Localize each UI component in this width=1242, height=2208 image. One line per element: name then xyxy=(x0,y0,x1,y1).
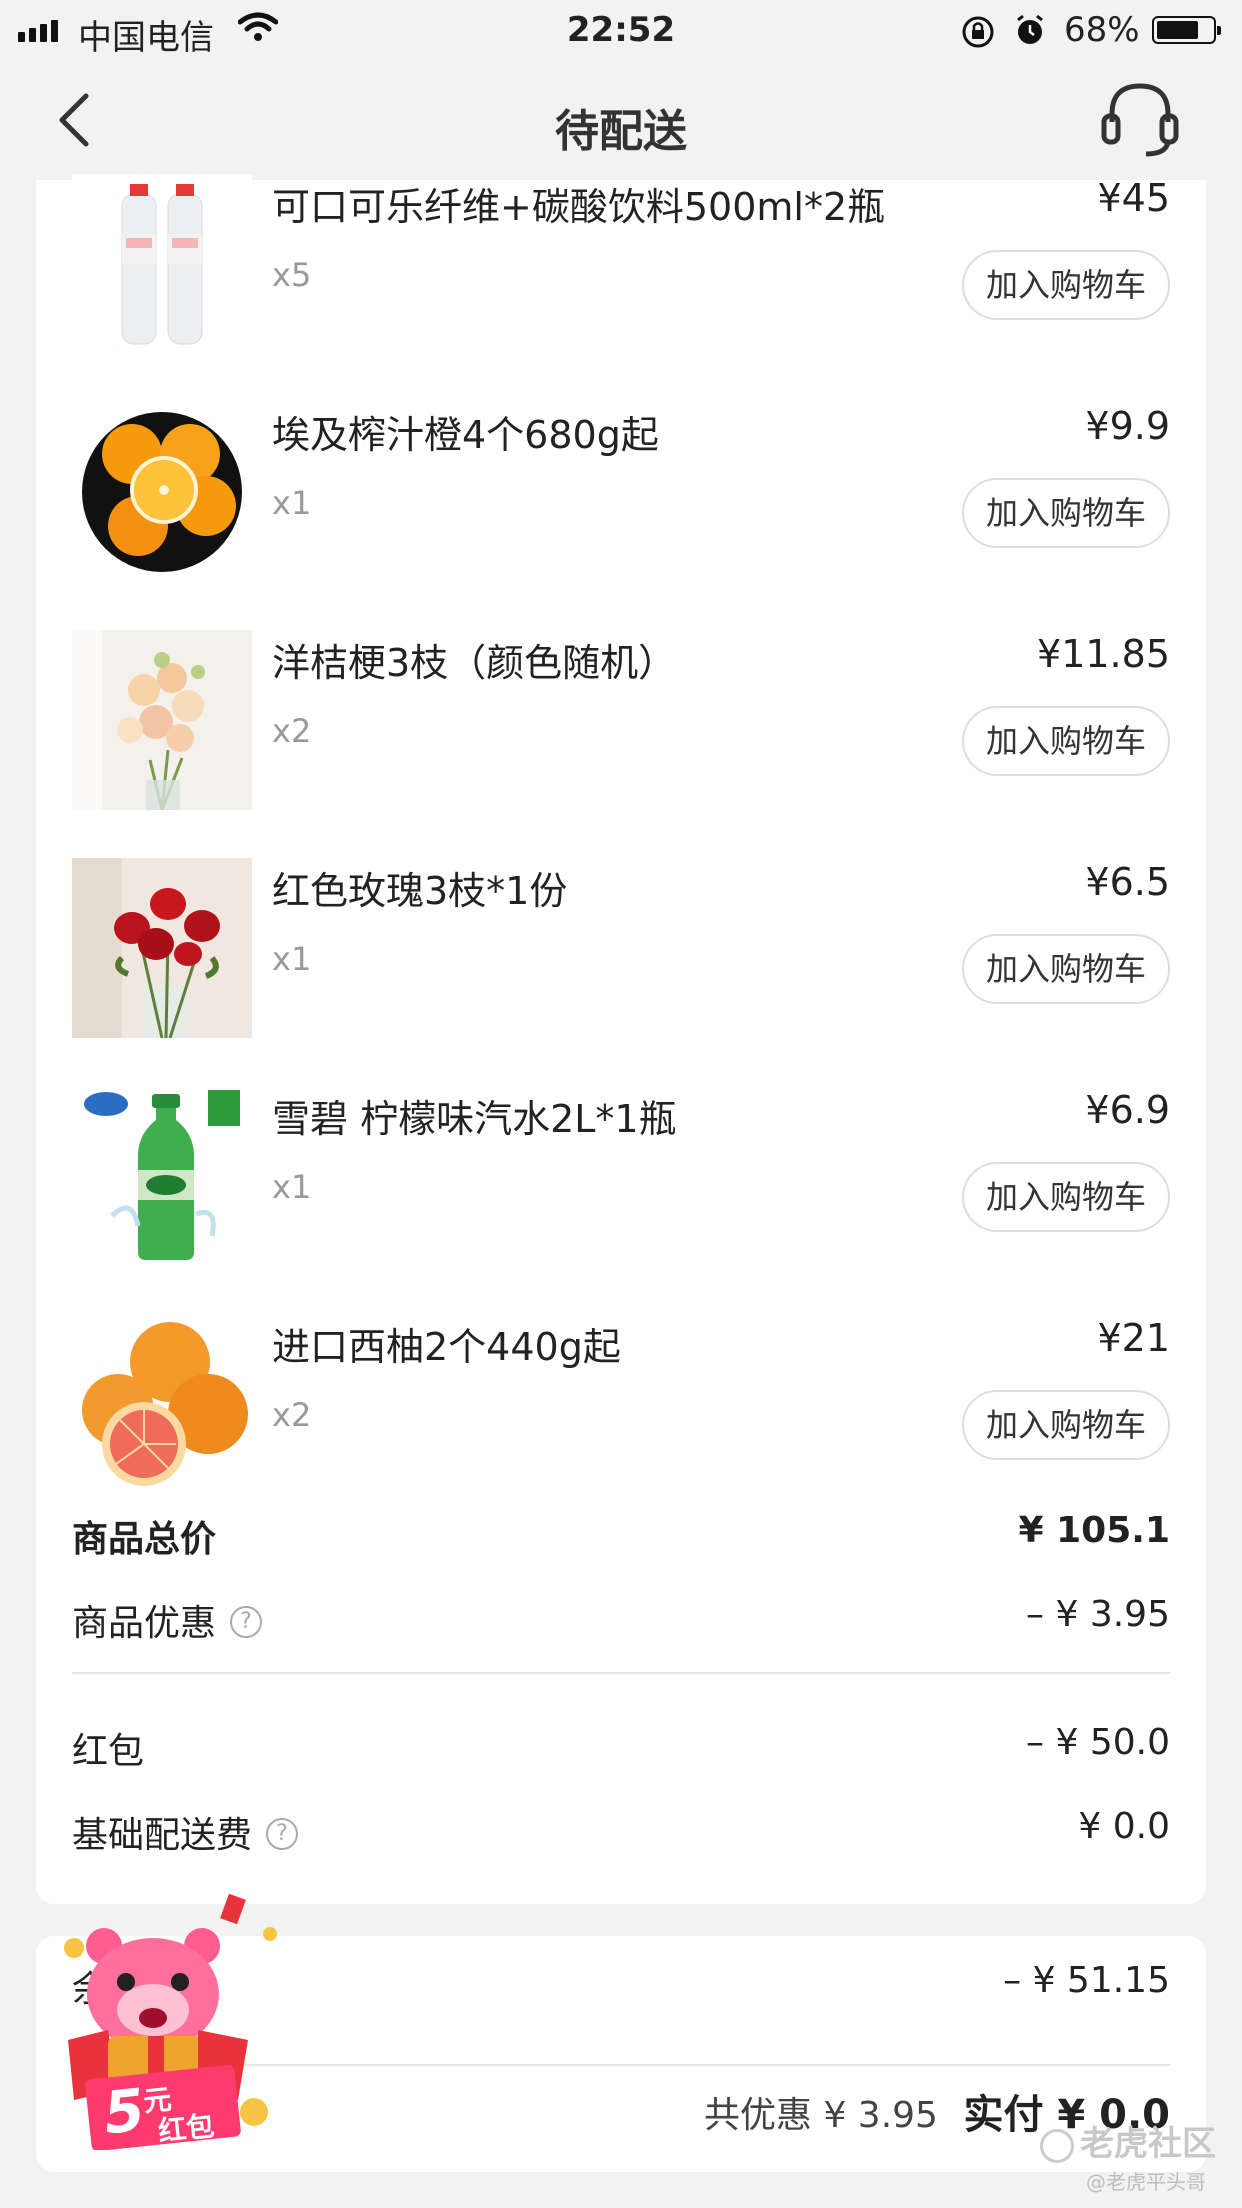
delivery-fee-value: ¥ 0.0 xyxy=(1078,1806,1170,1847)
add-to-cart-button[interactable]: 加入购物车 xyxy=(962,934,1170,1004)
promo-label: 红包 xyxy=(156,2109,216,2148)
delivery-fee-text: 基础配送费 xyxy=(72,1815,253,1856)
product-price: ¥11.85 xyxy=(1037,632,1170,676)
product-quantity: x5 xyxy=(272,256,312,294)
rotation-lock-icon xyxy=(962,16,994,48)
order-item: 可口可乐纤维+碳酸饮料500ml*2瓶 x5 ¥45 加入购物车 xyxy=(36,174,1206,402)
product-quantity: x2 xyxy=(272,1396,312,1434)
alarm-icon xyxy=(1017,14,1043,44)
navigation-bar: 待配送 xyxy=(0,60,1242,180)
product-name: 雪碧 柠檬味汽水2L*1瓶 xyxy=(272,1097,677,1141)
add-to-cart-button[interactable]: 加入购物车 xyxy=(962,1162,1170,1232)
delivery-fee-label: 基础配送费? xyxy=(72,1806,299,1858)
product-image-lisianthus-flowers xyxy=(72,630,252,810)
product-quantity: x1 xyxy=(272,1168,312,1206)
total-price-row: 商品总价 ¥ 105.1 xyxy=(72,1502,1170,1562)
product-image-sprite-bottle xyxy=(72,1086,252,1266)
order-item: 埃及榨汁橙4个680g起 x1 ¥9.9 加入购物车 xyxy=(36,402,1206,630)
product-quantity: x1 xyxy=(272,940,312,978)
status-bar: 中国电信 22:52 68% xyxy=(0,0,1242,60)
product-discount-label: 商品优惠? xyxy=(72,1594,263,1646)
help-icon[interactable]: ? xyxy=(266,1818,299,1850)
product-discount-row: 商品优惠? – ¥ 3.95 xyxy=(72,1586,1170,1646)
product-image-grapefruit xyxy=(72,1314,252,1494)
product-image-oranges xyxy=(72,402,252,582)
product-name: 红色玫瑰3枝*1份 xyxy=(272,869,568,913)
order-items-card: 可口可乐纤维+碳酸饮料500ml*2瓶 x5 ¥45 加入购物车 埃及榨汁橙4个… xyxy=(36,174,1206,1904)
red-packet-value: – ¥ 50.0 xyxy=(1026,1722,1170,1763)
product-quantity: x2 xyxy=(272,712,312,750)
product-price: ¥21 xyxy=(1097,1316,1170,1360)
product-image-coke-bottles xyxy=(72,174,252,354)
total-price-label: 商品总价 xyxy=(72,1519,217,1560)
watermark-user: @老虎平头哥 xyxy=(1086,2170,1206,2194)
product-price: ¥9.9 xyxy=(1085,404,1170,448)
red-packet-row: 红包 – ¥ 50.0 xyxy=(72,1714,1170,1774)
add-to-cart-button[interactable]: 加入购物车 xyxy=(962,706,1170,776)
help-icon[interactable]: ? xyxy=(230,1606,263,1638)
order-item: 红色玫瑰3枝*1份 x1 ¥6.5 加入购物车 xyxy=(36,858,1206,1086)
total-saved-text: 共优惠 ¥ 3.95 xyxy=(704,2095,938,2136)
product-image-red-roses xyxy=(72,858,252,1038)
battery-icon xyxy=(1152,16,1221,44)
add-to-cart-button[interactable]: 加入购物车 xyxy=(962,250,1170,320)
order-item: 洋桔梗3枝（颜色随机） x2 ¥11.85 加入购物车 xyxy=(36,630,1206,858)
total-price-value: ¥ 105.1 xyxy=(1018,1510,1170,1551)
product-name: 埃及榨汁橙4个680g起 xyxy=(272,413,659,457)
product-price: ¥6.9 xyxy=(1085,1088,1170,1132)
clock: 22:52 xyxy=(566,10,676,50)
red-packet-label: 红包 xyxy=(72,1731,145,1772)
customer-service-headset-icon[interactable] xyxy=(1100,78,1180,160)
product-quantity: x1 xyxy=(272,484,312,522)
product-discount-text: 商品优惠 xyxy=(72,1603,217,1644)
watermark-brand-text: 老虎社区 xyxy=(1080,2124,1216,2164)
watermark-brand: 老虎社区 xyxy=(1040,2116,1216,2165)
page-title: 待配送 xyxy=(555,106,687,157)
add-to-cart-button[interactable]: 加入购物车 xyxy=(962,478,1170,548)
watermark-logo-icon xyxy=(1040,2128,1074,2163)
order-item: 雪碧 柠檬味汽水2L*1瓶 x1 ¥6.9 加入购物车 xyxy=(36,1086,1206,1314)
battery-percentage: 68% xyxy=(1064,10,1140,50)
product-discount-value: – ¥ 3.95 xyxy=(1026,1594,1170,1635)
promo-text: 5元 红包 xyxy=(101,2073,216,2148)
red-packet-promo-badge[interactable]: 5元 红包 xyxy=(48,1890,288,2152)
product-name: 进口西柚2个440g起 xyxy=(272,1325,621,1369)
divider xyxy=(72,1672,1170,1674)
product-name: 可口可乐纤维+碳酸饮料500ml*2瓶 xyxy=(272,185,886,229)
add-to-cart-button[interactable]: 加入购物车 xyxy=(962,1390,1170,1460)
product-price: ¥45 xyxy=(1097,176,1170,220)
product-price: ¥6.5 xyxy=(1085,860,1170,904)
product-name: 洋桔梗3枝（颜色随机） xyxy=(272,641,677,685)
delivery-fee-row: 基础配送费? ¥ 0.0 xyxy=(72,1798,1170,1858)
balance-value: – ¥ 51.15 xyxy=(1003,1960,1170,2001)
